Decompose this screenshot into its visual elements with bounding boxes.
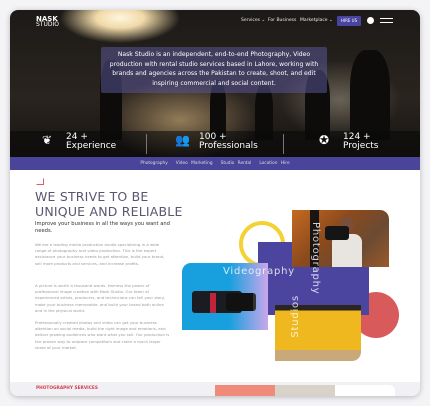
studios-label: Studios	[290, 295, 301, 338]
paragraph: A picture is worth a thousand words. Har…	[35, 283, 166, 313]
stat-label: Experience	[66, 141, 117, 151]
nav-for-business[interactable]: For Business	[268, 18, 296, 23]
subnav-location-hire[interactable]: Location Hire	[259, 161, 289, 166]
lead-text: Improve your business in all the ways yo…	[35, 221, 170, 234]
stat-professionals: 👥 100 + Professionals	[175, 133, 258, 151]
service-image	[275, 385, 335, 396]
service-card	[335, 385, 395, 396]
photography-image	[292, 210, 389, 267]
subnav-photography[interactable]: Photography	[140, 161, 167, 166]
hamburger-menu-icon[interactable]	[380, 18, 393, 26]
divider	[146, 134, 147, 154]
silhouette	[350, 50, 390, 140]
intro-text: Nask Studio is an independent, end-to-en…	[101, 47, 327, 93]
videography-label: Videography	[223, 266, 296, 277]
sub-navigation: Photography Video Marketing Studio Rental L…	[10, 157, 420, 170]
stats-bar: ❦ 24 + Experience 👥 100 + Professionals ✪ 124…	[10, 131, 420, 157]
subnav-studio-rental[interactable]: Studio Rental	[221, 161, 252, 166]
paragraph: Professionally created photos and video …	[35, 320, 170, 350]
divider	[283, 134, 284, 154]
award-medal-icon: ✪	[319, 133, 330, 147]
hero-section: NASK STUDIO Services ⌄ For Business Marke…	[10, 10, 420, 157]
user-icon[interactable]	[367, 17, 374, 24]
triangle-icon	[36, 178, 44, 185]
photography-label: Photography	[310, 222, 321, 295]
nav-services[interactable]: Services ⌄	[241, 18, 265, 23]
service-image	[215, 385, 275, 396]
laurel-badge-icon: ❦	[42, 133, 53, 147]
paragraph: We are a leading media production studio…	[35, 242, 165, 266]
stat-label: Professionals	[199, 141, 258, 151]
stat-label: Projects	[343, 141, 379, 151]
hire-us-button[interactable]: HIRE US	[337, 16, 361, 26]
nav-marketplace[interactable]: Marketplace ⌄	[300, 18, 333, 23]
logo[interactable]: NASK STUDIO	[36, 16, 59, 28]
logo-subtext: STUDIO	[36, 21, 59, 28]
stat-projects: ✪ 124 + Projects	[319, 133, 379, 151]
subnav-video-marketing[interactable]: Video Marketing	[176, 161, 213, 166]
camera-icon	[325, 226, 349, 240]
browser-page: NASK STUDIO Services ⌄ For Business Marke…	[10, 10, 420, 396]
section-title: WE STRIVE TO BE UNIQUE AND RELIABLE	[35, 189, 183, 219]
studio-image	[275, 305, 361, 361]
stat-experience: ❦ 24 + Experience	[42, 133, 117, 151]
people-group-icon: 👥	[175, 133, 190, 147]
services-label: PHOTOGRAPHY SERVICES	[36, 386, 98, 391]
